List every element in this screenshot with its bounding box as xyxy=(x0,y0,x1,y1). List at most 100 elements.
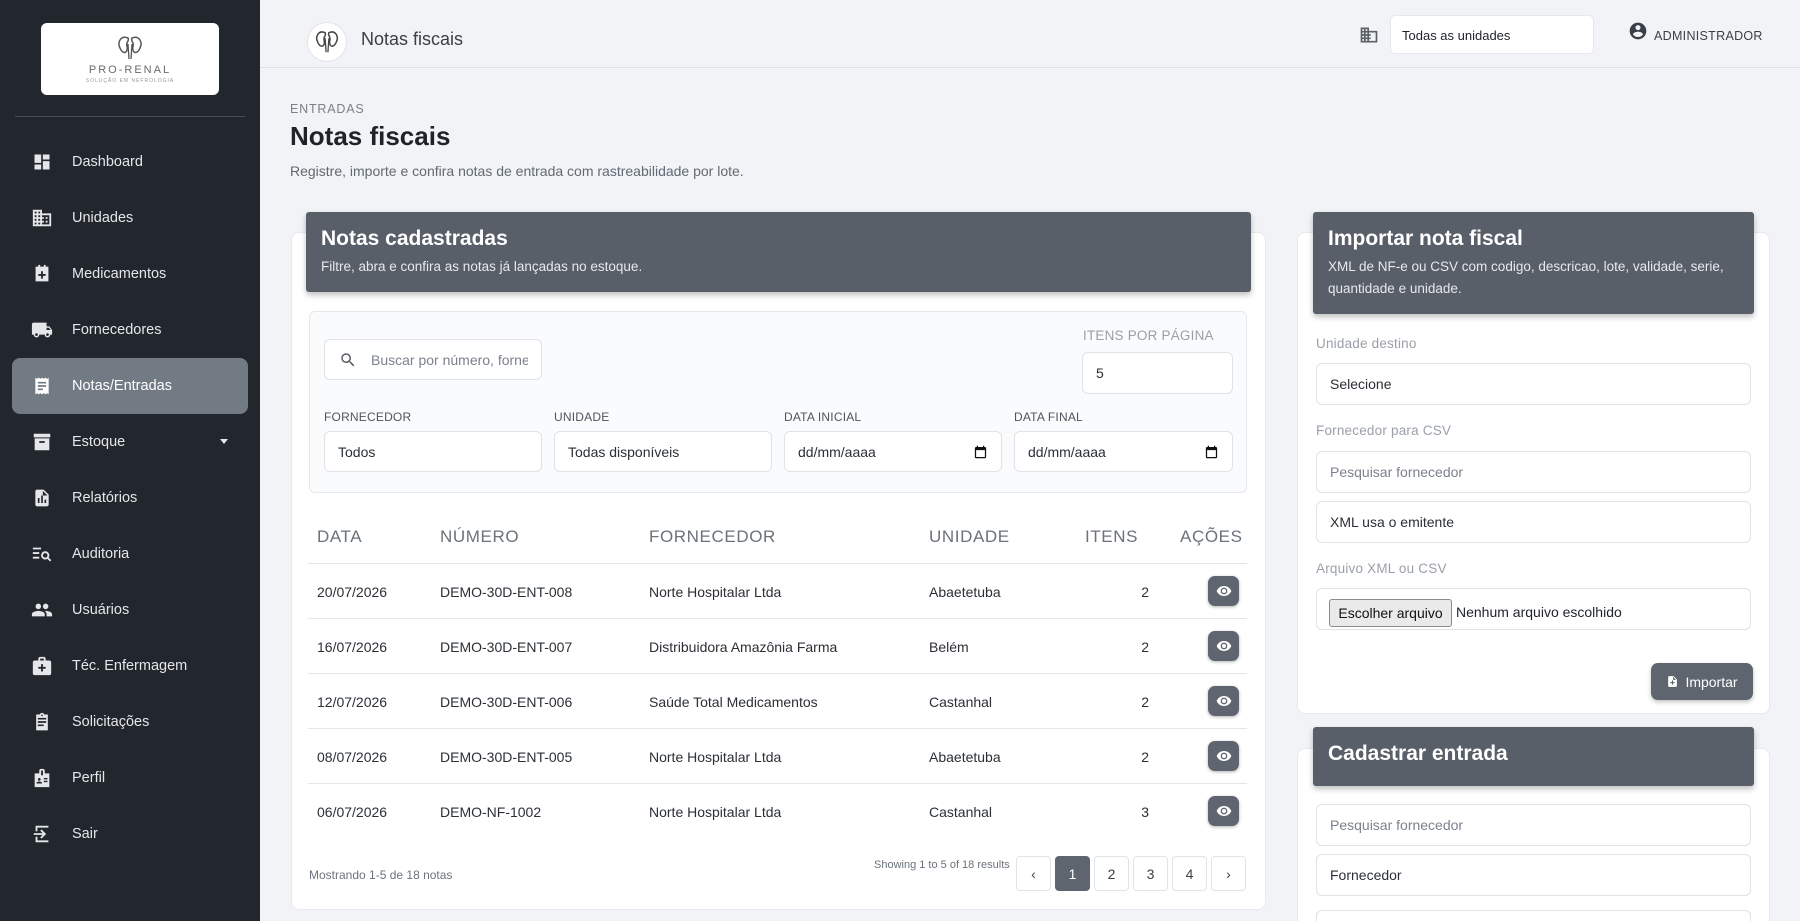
row-number: DEMO-30D-ENT-006 xyxy=(440,694,573,710)
search-input[interactable]: Buscar por número, forne xyxy=(324,339,542,380)
table-row[interactable]: 16/07/2026 DEMO-30D-ENT-007 Distribuidor… xyxy=(308,618,1247,673)
pagination-next[interactable]: › xyxy=(1211,856,1246,891)
pagination-page-4[interactable]: 4 xyxy=(1172,856,1207,891)
sidebar-item-relatorios[interactable]: Relatórios xyxy=(12,470,248,526)
row-unit: Abaetetuba xyxy=(929,584,1001,600)
csv-supplier-select[interactable]: XML usa o emitente xyxy=(1316,501,1751,543)
sidebar-item-medicamentos[interactable]: Medicamentos xyxy=(12,246,248,302)
sidebar-item-label: Fornecedores xyxy=(72,322,162,338)
sidebar-item-sair[interactable]: Sair xyxy=(12,806,248,862)
logout-icon xyxy=(31,823,53,845)
account-circle-icon[interactable] xyxy=(1628,21,1648,41)
row-date: 08/07/2026 xyxy=(317,749,388,765)
import-card-title: Importar nota fiscal xyxy=(1328,227,1523,250)
column-header-itens[interactable]: ITENS xyxy=(1085,527,1138,547)
sidebar-item-unidades[interactable]: Unidades xyxy=(12,190,248,246)
table-row[interactable]: 06/07/2026 DEMO-NF-1002 Norte Hospitalar… xyxy=(308,783,1247,838)
pagination-prev[interactable]: ‹ xyxy=(1016,856,1051,891)
import-card-subtitle: XML de NF-e ou CSV com codigo, descricao… xyxy=(1328,259,1724,296)
file-input: Escolher arquivo Nenhum arquivo escolhid… xyxy=(1316,588,1751,630)
view-button[interactable] xyxy=(1208,741,1239,771)
supplier-filter-select[interactable]: Todos xyxy=(324,431,542,472)
destination-unit-select[interactable]: Selecione xyxy=(1316,363,1751,405)
column-header-fornecedor[interactable]: FORNECEDOR xyxy=(649,527,776,547)
medical-icon xyxy=(31,263,53,285)
column-header-unidade[interactable]: UNIDADE xyxy=(929,527,1010,547)
sidebar-item-dashboard[interactable]: Dashboard xyxy=(12,134,248,190)
row-items: 3 xyxy=(1141,804,1149,820)
sidebar-item-solicitacoes[interactable]: Solicitações xyxy=(12,694,248,750)
pagination-page-2[interactable]: 2 xyxy=(1094,856,1129,891)
pagination-page-1[interactable]: 1 xyxy=(1055,856,1090,891)
table-row[interactable]: 20/07/2026 DEMO-30D-ENT-008 Norte Hospit… xyxy=(308,563,1247,618)
column-header-data[interactable]: DATA xyxy=(317,527,362,547)
page-subtitle: Registre, importe e confira notas de ent… xyxy=(290,163,744,179)
notes-card-header: Notas cadastradas Filtre, abra e confira… xyxy=(306,212,1251,292)
entry-supplier-search-input[interactable]: Pesquisar fornecedor xyxy=(1316,804,1751,846)
column-header-numero[interactable]: NÚMERO xyxy=(440,527,519,547)
row-supplier: Norte Hospitalar Ltda xyxy=(649,804,782,820)
medical-bag-icon xyxy=(31,655,53,677)
unit-select[interactable]: Todas as unidades xyxy=(1390,15,1594,54)
entry-next-field[interactable] xyxy=(1316,910,1751,921)
sidebar-item-fornecedores[interactable]: Fornecedores xyxy=(12,302,248,358)
row-unit: Belém xyxy=(929,639,969,655)
chevron-down-icon[interactable] xyxy=(220,439,228,444)
breadcrumb: ENTRADAS xyxy=(290,102,365,116)
sidebar-item-label: Téc. Enfermagem xyxy=(72,658,188,674)
table-row[interactable]: 12/07/2026 DEMO-30D-ENT-006 Saúde Total … xyxy=(308,673,1247,728)
sidebar-item-notas-entradas[interactable]: Notas/Entradas xyxy=(12,358,248,414)
table-row[interactable]: 08/07/2026 DEMO-30D-ENT-005 Norte Hospit… xyxy=(308,728,1247,783)
sidebar-item-usuarios[interactable]: Usuários xyxy=(12,582,248,638)
end-date-value: dd/mm/aaaa xyxy=(1028,443,1106,460)
pagination-page-3[interactable]: 3 xyxy=(1133,856,1168,891)
calendar-icon[interactable] xyxy=(1204,444,1219,463)
per-page-input[interactable]: 5 xyxy=(1082,352,1233,394)
logo-text: PRO-RENAL xyxy=(88,63,172,76)
sidebar: PRO-RENAL SOLUÇÃO EM NEFROLOGIA Dashboar… xyxy=(0,0,260,921)
row-number: DEMO-30D-ENT-007 xyxy=(440,639,573,655)
view-button[interactable] xyxy=(1208,686,1239,716)
csv-supplier-search-input[interactable]: Pesquisar fornecedor xyxy=(1316,451,1751,493)
user-name[interactable]: ADMINISTRADOR xyxy=(1654,29,1763,43)
archive-icon xyxy=(31,431,53,453)
row-date: 06/07/2026 xyxy=(317,804,388,820)
view-button[interactable] xyxy=(1208,796,1239,826)
end-date-input[interactable]: dd/mm/aaaa xyxy=(1014,431,1233,472)
sidebar-nav: Dashboard Unidades Medicamentos Forneced… xyxy=(0,134,260,862)
row-number: DEMO-NF-1002 xyxy=(440,804,542,820)
column-header-acoes: AÇÕES xyxy=(1180,527,1243,546)
sidebar-item-auditoria[interactable]: Auditoria xyxy=(12,526,248,582)
calendar-icon[interactable] xyxy=(973,444,988,463)
receipt-icon xyxy=(31,375,53,397)
sidebar-item-perfil[interactable]: Perfil xyxy=(12,750,248,806)
start-date-input[interactable]: dd/mm/aaaa xyxy=(784,431,1002,472)
choose-file-button[interactable]: Escolher arquivo xyxy=(1329,599,1452,627)
import-button-label: Importar xyxy=(1685,673,1738,690)
dashboard-icon xyxy=(31,151,53,173)
view-button[interactable] xyxy=(1208,576,1239,606)
row-items: 2 xyxy=(1141,694,1149,710)
top-bar: Notas fiscais Todas as unidades ADMINIST… xyxy=(260,0,1800,68)
import-card-header: Importar nota fiscal XML de NF-e ou CSV … xyxy=(1313,212,1754,314)
eye-icon xyxy=(1216,641,1231,651)
sidebar-item-tec-enfermagem[interactable]: Téc. Enfermagem xyxy=(12,638,248,694)
unit-filter-select[interactable]: Todas disponíveis xyxy=(554,431,772,472)
sidebar-item-estoque[interactable]: Estoque xyxy=(12,414,248,470)
end-date-label: DATA FINAL xyxy=(1014,410,1083,424)
import-button[interactable]: Importar xyxy=(1651,663,1753,700)
app-logo[interactable]: PRO-RENAL SOLUÇÃO EM NEFROLOGIA xyxy=(41,23,219,95)
badge-icon xyxy=(31,767,53,789)
sidebar-item-label: Medicamentos xyxy=(72,266,167,282)
eye-icon xyxy=(1216,751,1231,761)
building-icon xyxy=(1359,25,1379,45)
row-number: DEMO-30D-ENT-008 xyxy=(440,584,573,600)
sidebar-item-label: Relatórios xyxy=(72,490,138,506)
entry-supplier-select[interactable]: Fornecedor xyxy=(1316,854,1751,896)
row-supplier: Norte Hospitalar Ltda xyxy=(649,749,782,765)
row-supplier: Distribuidora Amazônia Farma xyxy=(649,639,838,655)
kidney-logo-icon xyxy=(118,36,142,59)
file-upload-icon xyxy=(1666,674,1679,689)
row-items: 2 xyxy=(1141,639,1149,655)
view-button[interactable] xyxy=(1208,631,1239,661)
